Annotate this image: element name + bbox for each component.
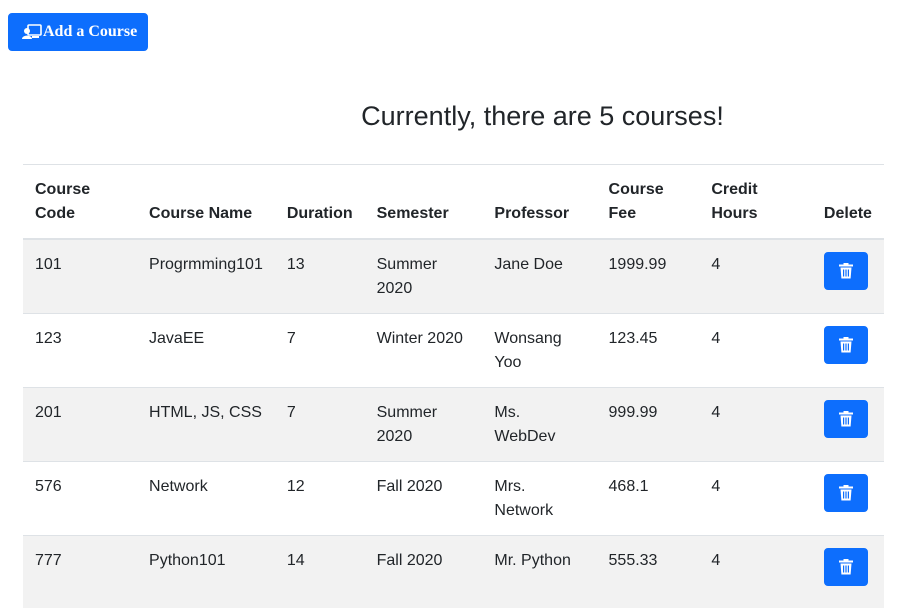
trash-icon [839, 485, 853, 501]
cell-course-name: Network [137, 461, 275, 535]
cell-course-fee: 123.45 [597, 313, 700, 387]
cell-credit-hours: 4 [699, 239, 812, 314]
cell-duration: 12 [275, 461, 365, 535]
cell-course-fee: 1999.99 [597, 239, 700, 314]
header-duration: Duration [275, 165, 365, 239]
delete-button[interactable] [824, 548, 868, 586]
table-header-row: Course Code Course Name Duration Semeste… [23, 165, 884, 239]
cell-course-code: 123 [23, 313, 137, 387]
delete-button[interactable] [824, 400, 868, 438]
page-title: Currently, there are 5 courses! [0, 99, 910, 133]
cell-professor: Mr. Python [482, 535, 596, 608]
add-course-button[interactable]: Add a Course [8, 13, 148, 51]
cell-professor: Ms. WebDev [482, 387, 596, 461]
cell-professor: Mrs. Network [482, 461, 596, 535]
cell-professor: Wonsang Yoo [482, 313, 596, 387]
cell-course-code: 101 [23, 239, 137, 314]
cell-credit-hours: 4 [699, 461, 812, 535]
add-course-label: Add a Course [43, 23, 137, 41]
trash-icon [839, 263, 853, 279]
table-row: 777 Python101 14 Fall 2020 Mr. Python 55… [23, 535, 884, 608]
cell-credit-hours: 4 [699, 387, 812, 461]
courses-table-body: 101 Progrmming101 13 Summer 2020 Jane Do… [23, 239, 884, 608]
cell-duration: 7 [275, 313, 365, 387]
cell-course-code: 576 [23, 461, 137, 535]
table-row: 576 Network 12 Fall 2020 Mrs. Network 46… [23, 461, 884, 535]
cell-delete [812, 535, 884, 608]
delete-button[interactable] [824, 326, 868, 364]
cell-semester: Summer 2020 [365, 239, 483, 314]
table-row: 201 HTML, JS, CSS 7 Summer 2020 Ms. WebD… [23, 387, 884, 461]
cell-duration: 13 [275, 239, 365, 314]
cell-course-name: Python101 [137, 535, 275, 608]
cell-semester: Winter 2020 [365, 313, 483, 387]
header-credit-hours: Credit Hours [699, 165, 812, 239]
cell-delete [812, 387, 884, 461]
cell-duration: 7 [275, 387, 365, 461]
header-delete: Delete [812, 165, 884, 239]
person-video-icon [22, 24, 42, 40]
cell-semester: Fall 2020 [365, 461, 483, 535]
cell-credit-hours: 4 [699, 535, 812, 608]
cell-course-name: JavaEE [137, 313, 275, 387]
cell-course-fee: 555.33 [597, 535, 700, 608]
header-course-name: Course Name [137, 165, 275, 239]
cell-semester: Fall 2020 [365, 535, 483, 608]
trash-icon [839, 411, 853, 427]
cell-course-code: 777 [23, 535, 137, 608]
cell-delete [812, 461, 884, 535]
trash-icon [839, 337, 853, 353]
cell-credit-hours: 4 [699, 313, 812, 387]
cell-course-fee: 468.1 [597, 461, 700, 535]
cell-semester: Summer 2020 [365, 387, 483, 461]
header-course-fee: Course Fee [597, 165, 700, 239]
cell-course-code: 201 [23, 387, 137, 461]
cell-duration: 14 [275, 535, 365, 608]
cell-professor: Jane Doe [482, 239, 596, 314]
delete-button[interactable] [824, 252, 868, 290]
table-row: 101 Progrmming101 13 Summer 2020 Jane Do… [23, 239, 884, 314]
header-semester: Semester [365, 165, 483, 239]
courses-table: Course Code Course Name Duration Semeste… [23, 164, 884, 608]
delete-button[interactable] [824, 474, 868, 512]
cell-delete [812, 239, 884, 314]
trash-icon [839, 559, 853, 575]
cell-course-name: HTML, JS, CSS [137, 387, 275, 461]
cell-course-name: Progrmming101 [137, 239, 275, 314]
header-professor: Professor [482, 165, 596, 239]
table-row: 123 JavaEE 7 Winter 2020 Wonsang Yoo 123… [23, 313, 884, 387]
cell-course-fee: 999.99 [597, 387, 700, 461]
cell-delete [812, 313, 884, 387]
header-course-code: Course Code [23, 165, 137, 239]
